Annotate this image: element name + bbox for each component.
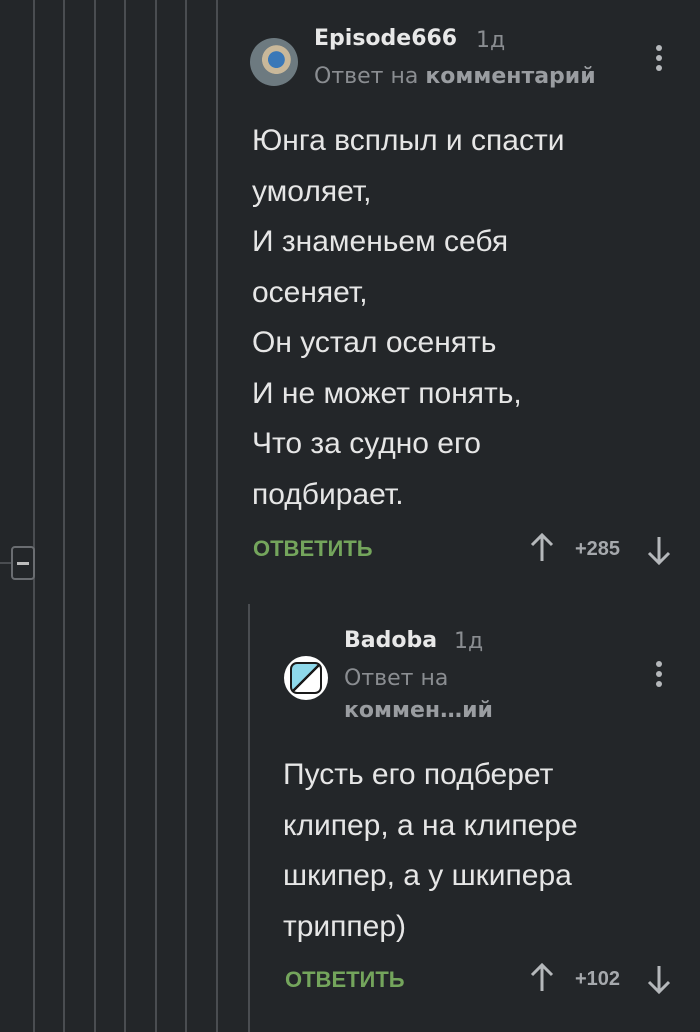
thread-line bbox=[216, 0, 218, 1032]
thread-line bbox=[33, 0, 35, 1032]
avatar[interactable] bbox=[284, 656, 328, 700]
more-vertical-icon[interactable] bbox=[656, 661, 664, 691]
arrow-down-icon[interactable] bbox=[646, 535, 672, 565]
reply-to-prefix: Ответ на bbox=[314, 64, 426, 89]
thread-line bbox=[155, 0, 157, 1032]
thread-line bbox=[185, 0, 187, 1032]
minus-square-icon[interactable] bbox=[11, 546, 35, 580]
comment-body: Пусть его подберет клипер, а на клипере … bbox=[283, 758, 578, 943]
username[interactable]: Episode666 bbox=[314, 26, 457, 51]
reply-to-link[interactable]: комментарий bbox=[425, 64, 595, 89]
arrow-up-icon[interactable] bbox=[529, 533, 555, 563]
thread-line-reply bbox=[248, 604, 250, 1032]
reply-to: Ответ на комментарий bbox=[314, 64, 596, 89]
reply-to-link[interactable]: коммен…ий bbox=[344, 698, 493, 723]
collapse-connector bbox=[0, 562, 11, 564]
comment-time: 1д bbox=[476, 28, 506, 53]
reply-to-prefix: Ответ на bbox=[344, 666, 449, 691]
score: +102 bbox=[575, 968, 621, 990]
thread-line bbox=[124, 0, 126, 1032]
comment-body: Юнга всплыл и спасти умоляет, И знаменье… bbox=[252, 124, 565, 511]
more-vertical-icon[interactable] bbox=[656, 45, 664, 75]
arrow-up-icon[interactable] bbox=[529, 963, 555, 993]
avatar[interactable] bbox=[250, 38, 298, 86]
comment-time: 1д bbox=[454, 629, 484, 654]
thread-line bbox=[63, 0, 65, 1032]
reply-button[interactable]: ОТВЕТИТЬ bbox=[285, 967, 405, 993]
arrow-down-icon[interactable] bbox=[646, 964, 672, 994]
thread-line bbox=[94, 0, 96, 1032]
reply-button[interactable]: ОТВЕТИТЬ bbox=[253, 536, 373, 562]
username[interactable]: Badoba bbox=[344, 628, 437, 653]
score: +285 bbox=[575, 538, 621, 560]
